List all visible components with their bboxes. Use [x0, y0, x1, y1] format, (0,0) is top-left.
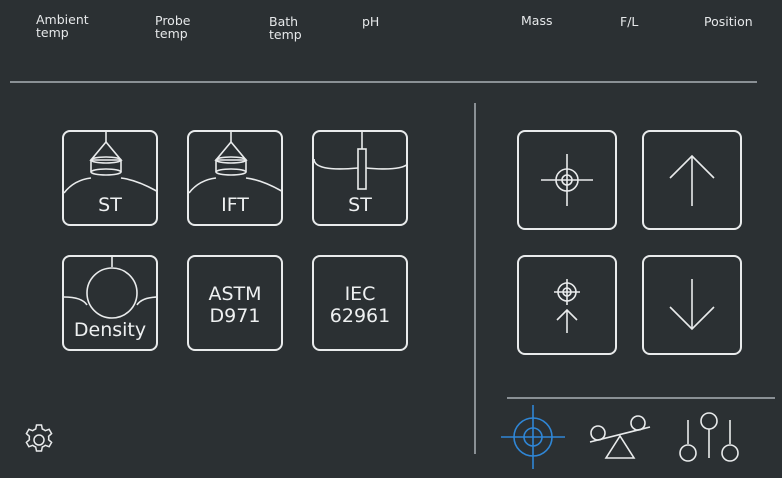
header-probe-temp: Probe temp — [155, 13, 191, 41]
arrow-down-icon — [669, 279, 715, 331]
crosshair-icon — [541, 154, 593, 206]
gear-icon — [25, 424, 53, 452]
settings-button[interactable] — [22, 423, 56, 457]
method-astm-d971-button[interactable]: ASTM D971 — [187, 255, 283, 351]
panel-divider — [474, 103, 476, 454]
header-position: Position — [704, 14, 753, 29]
crosshair-up-icon — [554, 279, 580, 333]
method-iec-62961-label: IEC 62961 — [329, 283, 391, 327]
method-density-button[interactable]: Density — [62, 255, 158, 351]
header-ph: pH — [362, 14, 380, 29]
method-ift-label: IFT — [221, 194, 249, 216]
sliders-icon — [679, 412, 739, 462]
nav-divider — [507, 397, 775, 399]
method-st-ring-button[interactable]: ST — [62, 130, 158, 226]
arrow-up-icon — [669, 154, 715, 206]
method-st-plate-label: ST — [348, 194, 372, 216]
header-fl: F/L — [620, 14, 639, 29]
header-ambient-temp: Ambient temp — [36, 12, 89, 40]
header-divider — [10, 81, 757, 83]
move-up-button[interactable] — [642, 130, 742, 230]
method-ift-button[interactable]: IFT — [187, 130, 283, 226]
center-crosshair-button[interactable] — [517, 130, 617, 230]
header-mass: Mass — [521, 13, 553, 28]
nav-target-button[interactable] — [501, 405, 565, 469]
nav-sliders-button[interactable] — [676, 410, 742, 466]
method-astm-d971-label: ASTM D971 — [208, 283, 262, 327]
method-iec-62961-button[interactable]: IEC 62961 — [312, 255, 408, 351]
method-st-plate-button[interactable]: ST — [312, 130, 408, 226]
target-icon — [501, 405, 565, 469]
balance-icon — [589, 415, 651, 459]
header-bath-temp: Bath temp — [269, 14, 302, 42]
nav-balance-button[interactable] — [586, 412, 654, 462]
move-down-button[interactable] — [642, 255, 742, 355]
method-density-label: Density — [73, 319, 147, 341]
method-st-ring-label: ST — [98, 194, 122, 216]
crosshair-up-button[interactable] — [517, 255, 617, 355]
